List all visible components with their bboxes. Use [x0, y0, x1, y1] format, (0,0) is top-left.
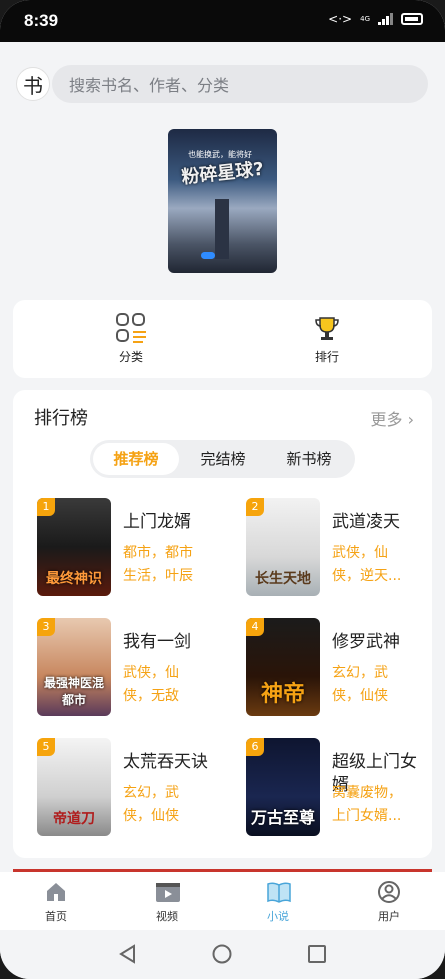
cover-title: 长生天地: [255, 571, 311, 587]
book-cover: 万古至尊 6: [246, 738, 320, 836]
category-grid-icon: [115, 312, 147, 344]
bottom-tabbar: 首页 视频 小说 用户: [0, 872, 445, 930]
status-icons: <·> 4G: [328, 12, 423, 26]
rank-badge: 4: [246, 618, 264, 636]
book-title: 武道凌天: [332, 512, 400, 532]
signal-icon: [378, 13, 393, 25]
book-item[interactable]: 神帝 4 修罗武神 玄幻，武侠，仙侠: [246, 618, 445, 718]
tab-recommend[interactable]: 推荐榜: [93, 443, 179, 475]
book-tags: 武侠，仙侠，无敌: [123, 665, 179, 704]
tab-novel-label: 小说: [267, 910, 289, 923]
video-icon: [155, 880, 180, 904]
tab-video[interactable]: 视频: [137, 880, 197, 924]
status-bar: 8:39 <·> 4G: [0, 0, 445, 42]
ranking-title: 排行榜: [34, 408, 88, 429]
tab-user-label: 用户: [378, 910, 400, 923]
back-icon[interactable]: [118, 944, 138, 968]
tab-user[interactable]: 用户: [359, 880, 419, 924]
home-icon: [44, 880, 68, 904]
chevron-right-icon: ›: [407, 410, 414, 429]
tab-home-label: 首页: [45, 910, 67, 923]
cover-title: 神帝: [260, 682, 305, 707]
tab-home[interactable]: 首页: [26, 880, 86, 924]
book-title: 上门龙婿: [123, 512, 191, 532]
system-navbar: [0, 930, 445, 979]
book-item[interactable]: 万古至尊 6 超级上门女婿 窝囊废物，上门女婿...: [246, 738, 445, 838]
rank-badge: 3: [37, 618, 55, 636]
book-title: 我有一剑: [123, 632, 191, 652]
user-icon: [377, 880, 401, 904]
book-item[interactable]: 最强神医混都市 3 我有一剑 武侠，仙侠，无敌: [37, 618, 237, 718]
quick-entry-card: 分类 排行: [13, 300, 432, 378]
recent-apps-icon[interactable]: [307, 944, 327, 968]
banner-cover[interactable]: 也能换武，能将好 粉碎星球?: [168, 129, 277, 273]
cover-title: 最终神识: [46, 571, 102, 587]
carousel-indicator[interactable]: [201, 252, 215, 259]
book-tags: 玄幻，武侠，仙侠: [332, 665, 388, 704]
book-title: 修罗武神: [332, 632, 400, 652]
book-item[interactable]: 长生天地 2 武道凌天 武侠，仙侠，逆天...: [246, 498, 445, 598]
rank-badge: 6: [246, 738, 264, 756]
tower-shape: [215, 199, 229, 259]
ranking-card: 排行榜 更多 › 推荐榜 完结榜 新书榜 最终神识 1 上门龙婿 都市，都市生活…: [13, 390, 432, 858]
more-link[interactable]: 更多 ›: [370, 406, 414, 430]
book-cover: 长生天地 2: [246, 498, 320, 596]
book-cover: 最终神识 1: [37, 498, 111, 596]
ranking-tabs: 推荐榜 完结榜 新书榜: [90, 440, 355, 478]
ranking-button[interactable]: 排行: [297, 312, 357, 365]
rank-badge: 1: [37, 498, 55, 516]
book-icon: [266, 880, 291, 904]
book-tags: 都市，都市生活，叶辰: [123, 545, 193, 584]
status-time: 8:39: [24, 11, 59, 30]
book-item[interactable]: 帝道刀 5 太荒吞天诀 玄幻，武侠，仙侠: [37, 738, 237, 838]
more-label: 更多: [370, 410, 403, 429]
tab-video-label: 视频: [156, 910, 178, 923]
cover-title: 帝道刀: [53, 811, 95, 827]
book-title: 太荒吞天诀: [123, 752, 208, 772]
phone-screen: 8:39 <·> 4G 书 搜索书名、作者、分类 也能换武，能将好 粉碎星球?: [0, 0, 445, 979]
tab-novel[interactable]: 小说: [248, 880, 308, 924]
tab-new[interactable]: 新书榜: [267, 443, 351, 475]
category-button[interactable]: 分类: [101, 312, 161, 365]
search-row: 书 搜索书名、作者、分类: [16, 65, 429, 103]
book-item[interactable]: 最终神识 1 上门龙婿 都市，都市生活，叶辰: [37, 498, 237, 598]
home-circle-icon[interactable]: [212, 944, 232, 968]
book-cover: 神帝 4: [246, 618, 320, 716]
ranking-label: 排行: [314, 350, 339, 364]
category-label: 分类: [118, 350, 143, 364]
book-tags: 窝囊废物，上门女婿...: [332, 785, 402, 824]
book-tags: 武侠，仙侠，逆天...: [332, 545, 402, 584]
rank-badge: 2: [246, 498, 264, 516]
book-cover: 最强神医混都市 3: [37, 618, 111, 716]
tab-completed[interactable]: 完结榜: [181, 443, 265, 475]
battery-icon: [401, 13, 423, 25]
app-logo: 书: [16, 67, 50, 101]
cover-title: 万古至尊: [250, 808, 315, 827]
link-icon: <·>: [328, 12, 353, 26]
rank-badge: 5: [37, 738, 55, 756]
book-tags: 玄幻，武侠，仙侠: [123, 785, 179, 824]
trophy-icon: [311, 312, 343, 344]
book-cover: 帝道刀 5: [37, 738, 111, 836]
cover-title: 最强神医混都市: [43, 676, 104, 707]
search-input[interactable]: 搜索书名、作者、分类: [52, 65, 428, 103]
network-label: 4G: [360, 15, 370, 23]
